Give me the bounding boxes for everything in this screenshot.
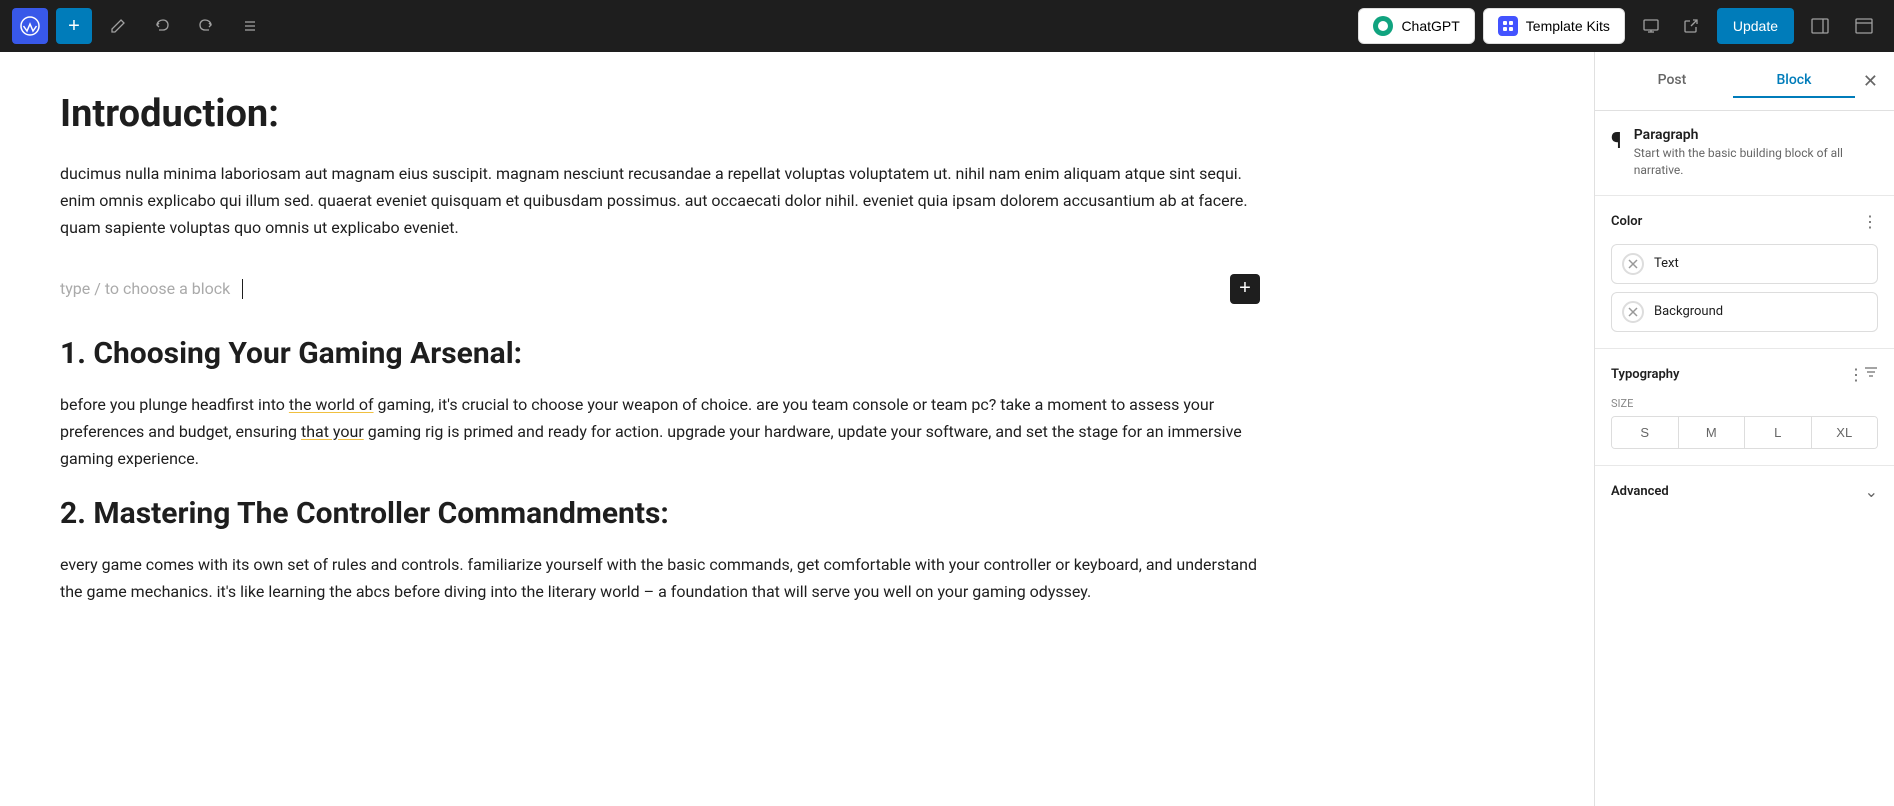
cursor — [242, 279, 243, 299]
panel-header: Post Block ✕ — [1595, 52, 1894, 111]
size-buttons: S M L XL — [1611, 416, 1878, 449]
right-panel: Post Block ✕ ¶ Paragraph Start with the … — [1594, 52, 1894, 806]
panel-close-button[interactable]: ✕ — [1863, 71, 1878, 92]
typography-section: Typography ⋮ SIZE S M — [1595, 349, 1894, 466]
edit-button[interactable] — [100, 8, 136, 44]
list-view-button[interactable] — [232, 8, 268, 44]
size-section: SIZE S M L XL — [1611, 397, 1878, 449]
add-block-topbar-button[interactable]: + — [56, 8, 92, 44]
section1-heading[interactable]: 1. Choosing Your Gaming Arsenal: — [60, 336, 1260, 371]
block-placeholder-area[interactable]: type / to choose a block + — [60, 266, 1260, 312]
text-color-circle — [1622, 253, 1644, 275]
wp-logo[interactable] — [12, 8, 48, 44]
chatgpt-button[interactable]: ChatGPT — [1358, 8, 1474, 44]
para2-highlight1: the world of — [289, 395, 374, 414]
typography-section-title: Typography — [1611, 367, 1680, 382]
placeholder-text: type / to choose a block — [60, 279, 230, 298]
chatgpt-icon — [1373, 16, 1393, 36]
size-xl-button[interactable]: XL — [1812, 417, 1878, 448]
paragraph-icon: ¶ — [1611, 129, 1622, 154]
template-kits-icon — [1498, 16, 1518, 36]
color-section: Color ⋮ Text — [1595, 196, 1894, 349]
add-block-inline-button[interactable]: + — [1230, 274, 1260, 304]
redo-button[interactable] — [188, 8, 224, 44]
view-mode-icons — [1633, 8, 1709, 44]
panel-tabs: Post Block — [1611, 64, 1855, 98]
size-l-button[interactable]: L — [1745, 417, 1812, 448]
color-section-header: Color ⋮ — [1611, 212, 1878, 232]
size-label: SIZE — [1611, 397, 1878, 410]
advanced-title: Advanced — [1611, 484, 1669, 499]
typography-filter-button[interactable] — [1864, 365, 1878, 384]
chatgpt-label: ChatGPT — [1401, 18, 1459, 34]
block-info-section: ¶ Paragraph Start with the basic buildin… — [1595, 111, 1894, 196]
chevron-down-icon: ⌄ — [1865, 482, 1878, 501]
post-title[interactable]: Introduction: — [60, 92, 1260, 136]
para2-before: before you plunge headfirst into — [60, 395, 289, 414]
intro-paragraph[interactable]: ducimus nulla minima laboriosam aut magn… — [60, 160, 1260, 242]
main-layout: Introduction: ducimus nulla minima labor… — [0, 52, 1894, 806]
text-color-option[interactable]: Text — [1611, 244, 1878, 284]
para2-highlight2: that your — [301, 422, 364, 441]
editor-content: Introduction: ducimus nulla minima labor… — [60, 92, 1260, 606]
background-color-option[interactable]: Background — [1611, 292, 1878, 332]
more-options-button[interactable] — [1846, 8, 1882, 44]
sidebar-toggle-button[interactable] — [1802, 8, 1838, 44]
external-link-button[interactable] — [1673, 8, 1709, 44]
typography-section-header: Typography ⋮ — [1611, 365, 1878, 385]
desktop-view-button[interactable] — [1633, 8, 1669, 44]
section2-heading[interactable]: 2. Mastering The Controller Commandments… — [60, 496, 1260, 531]
tab-post[interactable]: Post — [1611, 64, 1733, 98]
size-s-button[interactable]: S — [1612, 417, 1679, 448]
size-m-button[interactable]: M — [1679, 417, 1746, 448]
update-button[interactable]: Update — [1717, 8, 1794, 44]
color-more-button[interactable]: ⋮ — [1862, 212, 1878, 232]
editor-area[interactable]: Introduction: ducimus nulla minima labor… — [0, 52, 1594, 806]
background-color-label: Background — [1654, 304, 1723, 319]
color-options: Text Background — [1611, 244, 1878, 332]
block-info-text: Paragraph Start with the basic building … — [1634, 127, 1878, 179]
typography-filter-icons: ⋮ — [1848, 365, 1878, 385]
gaming-arsenal-paragraph[interactable]: before you plunge headfirst into the wor… — [60, 391, 1260, 473]
template-kits-button[interactable]: Template Kits — [1483, 8, 1625, 44]
undo-button[interactable] — [144, 8, 180, 44]
text-color-label: Text — [1654, 256, 1679, 271]
tab-block[interactable]: Block — [1733, 64, 1855, 98]
background-color-circle — [1622, 301, 1644, 323]
block-name: Paragraph — [1634, 127, 1878, 143]
typography-more-button[interactable]: ⋮ — [1848, 365, 1864, 385]
topbar: + ChatGPT — [0, 0, 1894, 52]
block-info: ¶ Paragraph Start with the basic buildin… — [1611, 127, 1878, 179]
advanced-section[interactable]: Advanced ⌄ — [1595, 466, 1894, 517]
color-section-title: Color — [1611, 214, 1642, 229]
template-kits-label: Template Kits — [1526, 18, 1610, 34]
controller-commandments-paragraph[interactable]: every game comes with its own set of rul… — [60, 551, 1260, 605]
block-description: Start with the basic building block of a… — [1634, 145, 1878, 179]
